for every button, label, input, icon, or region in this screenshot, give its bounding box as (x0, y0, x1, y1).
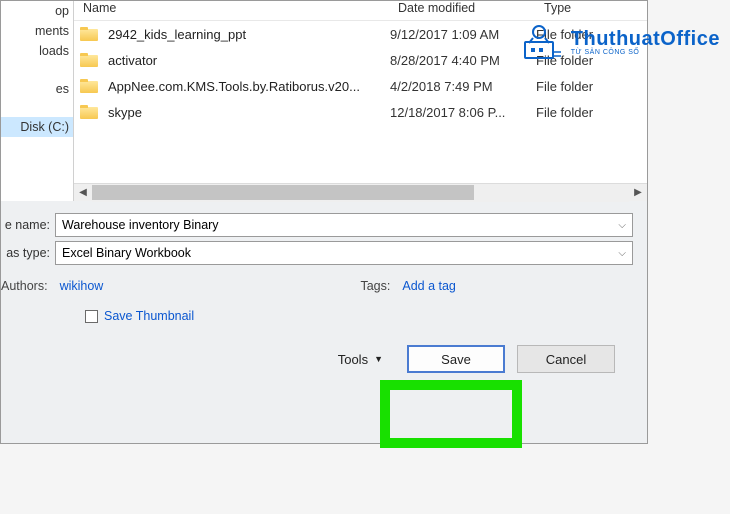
file-name: activator (108, 53, 157, 68)
column-type[interactable]: Type (536, 1, 647, 16)
file-date: 8/28/2017 4:40 PM (390, 53, 536, 68)
scroll-thumb[interactable] (92, 185, 474, 200)
tags-value[interactable]: Add a tag (402, 279, 456, 293)
cancel-button[interactable]: Cancel (517, 345, 615, 373)
file-type: File folder (536, 105, 647, 120)
authors-value[interactable]: wikihow (60, 279, 104, 293)
nav-item[interactable]: es (1, 79, 73, 99)
file-name: AppNee.com.KMS.Tools.by.Ratiborus.v20... (108, 79, 360, 94)
scroll-left-icon[interactable]: ◀ (74, 184, 92, 202)
scroll-track[interactable] (92, 184, 629, 202)
filename-label: e name: (1, 218, 55, 232)
file-date: 4/2/2018 7:49 PM (390, 79, 536, 94)
file-row[interactable]: AppNee.com.KMS.Tools.by.Ratiborus.v20...… (74, 73, 647, 99)
navigation-tree[interactable]: op ments loads es Disk (C:) (1, 1, 74, 201)
folder-icon (80, 27, 98, 41)
column-headers[interactable]: Name Date modified Type (74, 1, 647, 21)
save-button[interactable]: Save (407, 345, 505, 373)
file-row[interactable]: skype 12/18/2017 8:06 P... File folder (74, 99, 647, 125)
watermark-icon (521, 20, 565, 64)
watermark: ThuthuatOffice TỪ SẢN CÔNG SỐ (521, 20, 720, 64)
filetype-select[interactable]: Excel Binary Workbook ⌵ (55, 241, 633, 265)
file-type: File folder (536, 79, 647, 94)
horizontal-scrollbar[interactable]: ◀ ▶ (74, 183, 647, 201)
watermark-title: ThuthuatOffice (571, 28, 720, 50)
file-date: 9/12/2017 1:09 AM (390, 27, 536, 42)
tags-label: Tags: (360, 279, 390, 293)
nav-spacer (1, 99, 73, 117)
chevron-down-icon[interactable]: ⌵ (618, 248, 626, 259)
save-as-dialog: op ments loads es Disk (C:) Name Date mo… (0, 0, 648, 444)
watermark-subtitle: TỪ SẢN CÔNG SỐ (571, 49, 720, 56)
chevron-down-icon: ▼ (374, 354, 383, 364)
file-name: skype (108, 105, 142, 120)
folder-icon (80, 53, 98, 67)
column-date[interactable]: Date modified (390, 1, 536, 16)
column-name[interactable]: Name (74, 1, 390, 16)
nav-spacer (1, 61, 73, 79)
scroll-right-icon[interactable]: ▶ (629, 184, 647, 202)
authors-label: Authors: (1, 279, 48, 293)
tools-dropdown[interactable]: Tools ▼ (338, 352, 383, 367)
folder-icon (80, 105, 98, 119)
nav-item[interactable]: ments (1, 21, 73, 41)
folder-icon (80, 79, 98, 93)
tools-label: Tools (338, 352, 368, 367)
filename-input[interactable]: Warehouse inventory Binary ⌵ (55, 213, 633, 237)
chevron-down-icon[interactable]: ⌵ (618, 220, 626, 231)
filetype-label: as type: (1, 246, 55, 260)
filetype-value: Excel Binary Workbook (62, 246, 191, 260)
filename-value: Warehouse inventory Binary (62, 218, 219, 232)
file-date: 12/18/2017 8:06 P... (390, 105, 536, 120)
save-thumbnail-checkbox[interactable] (85, 310, 98, 323)
save-thumbnail-label: Save Thumbnail (104, 309, 194, 323)
nav-item[interactable]: op (1, 1, 73, 21)
nav-item-selected[interactable]: Disk (C:) (1, 117, 73, 137)
nav-item[interactable]: loads (1, 41, 73, 61)
file-name: 2942_kids_learning_ppt (108, 27, 246, 42)
